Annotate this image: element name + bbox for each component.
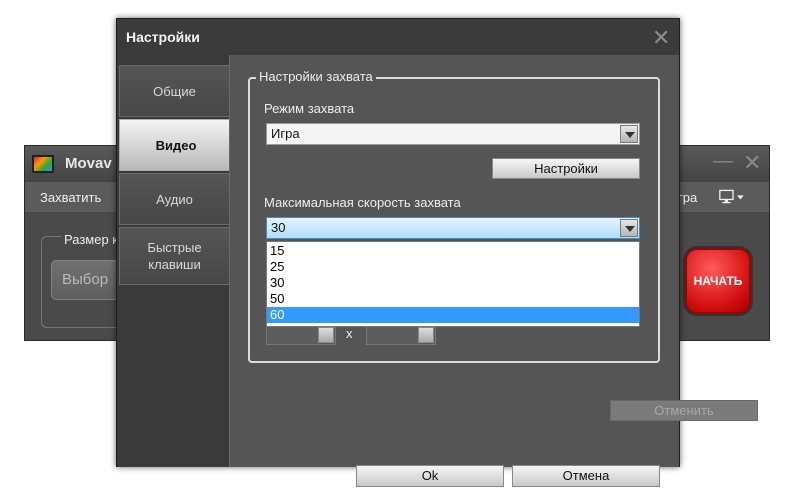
- max-speed-select[interactable]: 30: [266, 217, 640, 239]
- max-speed-label: Максимальная скорость захвата: [264, 195, 461, 210]
- dialog-title: Настройки: [126, 29, 200, 45]
- tab-content: Настройки захвата Режим захвата Игра Нас…: [229, 55, 758, 487]
- close-icon[interactable]: ✕: [652, 25, 670, 51]
- movavi-app-icon: [32, 155, 54, 173]
- capture-settings-label: Настройки захвата: [256, 69, 376, 84]
- capture-mode-value: Игра: [271, 126, 300, 141]
- speed-option[interactable]: 30: [267, 275, 639, 291]
- stepper-arrows-icon[interactable]: [318, 327, 334, 343]
- tab-audio[interactable]: Аудио: [119, 173, 229, 225]
- monitor-icon[interactable]: [719, 188, 747, 206]
- menu-game[interactable]: гра: [678, 190, 697, 205]
- ok-button[interactable]: Ok: [356, 465, 504, 487]
- size-separator: x: [346, 326, 353, 341]
- close-icon[interactable]: ✕: [743, 150, 761, 176]
- height-stepper[interactable]: [366, 325, 436, 345]
- cancel-button[interactable]: Отмена: [512, 465, 660, 487]
- size-group-label: Размер к: [61, 232, 121, 247]
- menu-capture[interactable]: Захватить: [40, 190, 101, 205]
- capture-mode-select[interactable]: Игра: [266, 123, 640, 145]
- speed-option[interactable]: 15: [267, 243, 639, 259]
- revert-button-disabled: Отменить: [610, 400, 758, 421]
- max-speed-value: 30: [271, 220, 286, 235]
- tab-video[interactable]: Видео: [119, 119, 232, 171]
- stepper-arrows-icon[interactable]: [418, 327, 434, 343]
- speed-option[interactable]: 25: [267, 259, 639, 275]
- tab-list: Общие Видео Аудио Быстрые клавиши: [117, 55, 232, 467]
- chevron-down-icon[interactable]: [620, 125, 638, 143]
- minimize-icon[interactable]: —: [713, 150, 733, 173]
- main-window-title: Movav: [65, 155, 112, 172]
- tab-hotkeys[interactable]: Быстрые клавиши: [119, 227, 229, 285]
- tab-general[interactable]: Общие: [119, 65, 229, 117]
- mode-settings-button[interactable]: Настройки: [492, 158, 640, 179]
- start-button[interactable]: НАЧАТЬ: [685, 248, 751, 314]
- settings-dialog: Настройки ✕ Общие Видео Аудио Быстрые кл…: [116, 18, 758, 487]
- speed-option-highlighted[interactable]: 60: [267, 307, 639, 323]
- dialog-titlebar: Настройки ✕: [117, 19, 679, 55]
- capture-mode-label: Режим захвата: [264, 101, 355, 116]
- speed-option[interactable]: 50: [267, 291, 639, 307]
- width-stepper[interactable]: [266, 325, 336, 345]
- chevron-down-icon[interactable]: [620, 219, 638, 237]
- max-speed-dropdown-list: 15 25 30 50 60: [266, 241, 640, 327]
